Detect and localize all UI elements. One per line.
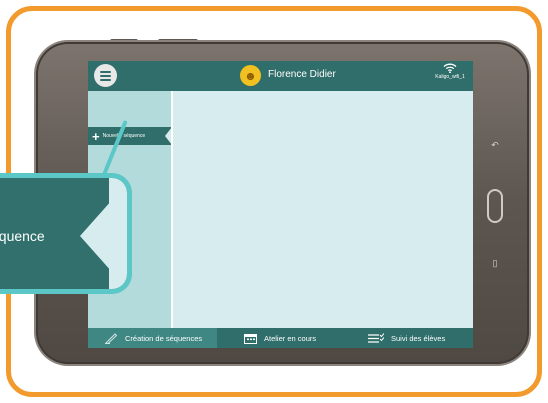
home-button[interactable] — [487, 189, 503, 223]
calendar-icon — [244, 333, 257, 344]
sidebar-divider — [171, 91, 173, 328]
back-key-icon: ↶ — [491, 140, 499, 150]
tab-label: Atelier en cours — [264, 333, 317, 343]
callout-selection-arrow — [80, 200, 112, 272]
user-name: Florence Didier — [268, 69, 336, 80]
callout-zoom-text: équence — [0, 228, 45, 244]
zoom-callout: équence — [0, 173, 132, 294]
tab-creation-sequences[interactable]: Création de séquences — [88, 328, 217, 348]
app-header: ☻ Florence Didier Kaligo_wifi_1 — [88, 61, 473, 91]
tablet-screen: ☻ Florence Didier Kaligo_wifi_1 + Nouvel… — [88, 61, 473, 348]
hamburger-menu-icon[interactable] — [94, 64, 117, 87]
wifi-network-name: Kaligo_wifi_1 — [435, 74, 465, 80]
new-sequence-button[interactable]: + Nouvelle séquence — [88, 127, 171, 145]
tab-label: Suivi des élèves — [391, 333, 446, 343]
plus-icon: + — [92, 128, 100, 144]
tab-label: Création de séquences — [125, 333, 203, 343]
chick-avatar-icon: ☻ — [240, 65, 261, 86]
tab-suivi-des-eleves[interactable]: Suivi des élèves — [368, 328, 445, 348]
wifi-icon — [443, 63, 457, 73]
checklist-icon — [368, 332, 384, 343]
bottom-navigation: Création de séquences Atelier en cours S… — [88, 328, 473, 348]
pen-icon — [105, 333, 118, 344]
recent-apps-icon: ▯ — [492, 258, 498, 268]
wifi-status: Kaligo_wifi_1 — [433, 63, 467, 80]
new-sequence-label: Nouvelle séquence — [102, 133, 146, 139]
tab-atelier-en-cours[interactable]: Atelier en cours — [244, 328, 316, 348]
